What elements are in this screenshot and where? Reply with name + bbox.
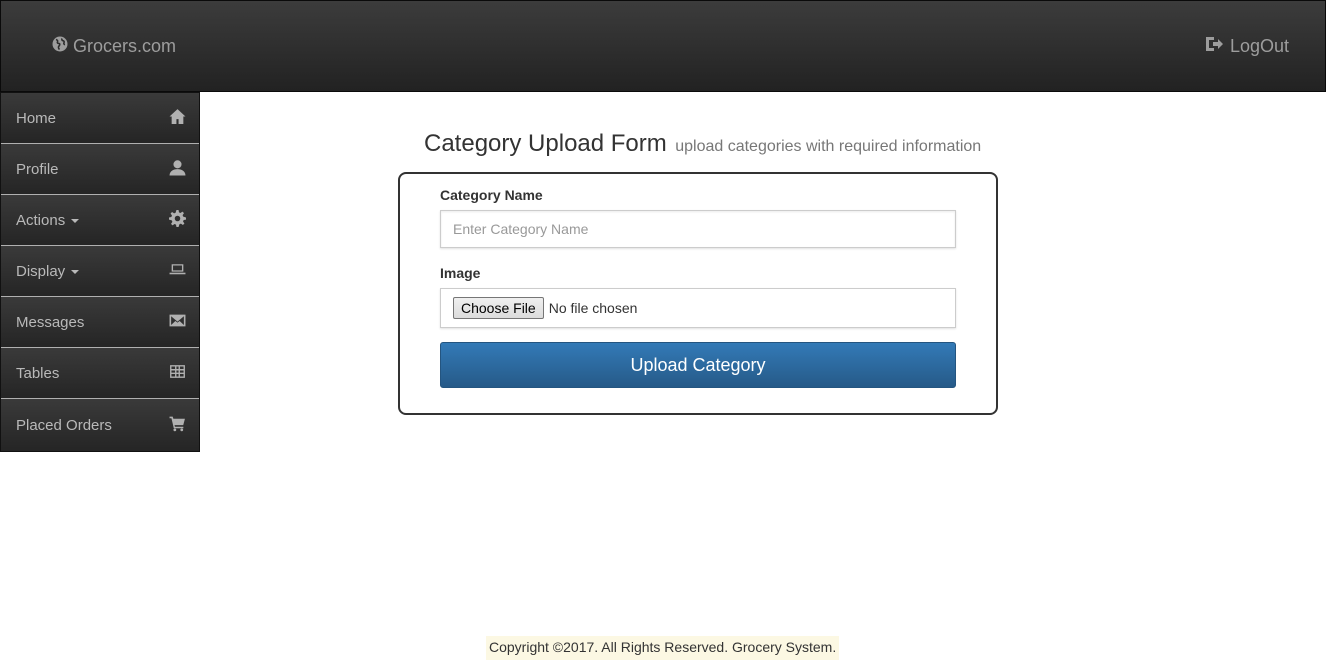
caret-down-icon bbox=[71, 218, 80, 223]
category-upload-form: Category Name Image Choose File No file … bbox=[398, 172, 998, 415]
brand-text: Grocers.com bbox=[73, 36, 177, 56]
log-out-icon bbox=[1204, 34, 1224, 59]
logout-link[interactable]: LogOut bbox=[1204, 34, 1289, 59]
envelope-icon bbox=[169, 312, 186, 333]
image-label: Image bbox=[440, 265, 481, 281]
category-name-input[interactable] bbox=[440, 210, 956, 248]
sidebar: Home Profile Actions Display Messages Ta… bbox=[0, 92, 200, 452]
form-title: Category Upload Form bbox=[424, 130, 667, 157]
user-icon bbox=[169, 159, 186, 180]
sidebar-item-actions[interactable]: Actions bbox=[1, 195, 199, 246]
sidebar-item-label: Actions bbox=[16, 211, 66, 229]
gear-icon bbox=[169, 209, 186, 231]
top-navbar: Grocers.com LogOut bbox=[0, 0, 1326, 92]
sidebar-item-placed-orders[interactable]: Placed Orders bbox=[1, 399, 199, 452]
form-subtitle: upload categories with required informat… bbox=[675, 138, 982, 155]
brand-link[interactable]: Grocers.com bbox=[52, 36, 176, 57]
sidebar-item-label: Messages bbox=[16, 313, 85, 331]
page-title: Category Upload Form upload categories w… bbox=[424, 130, 981, 158]
image-file-input: Choose File No file chosen bbox=[440, 288, 956, 328]
category-name-label: Category Name bbox=[440, 187, 543, 203]
upload-category-button[interactable]: Upload Category bbox=[440, 342, 956, 388]
sidebar-item-messages[interactable]: Messages bbox=[1, 297, 199, 348]
home-icon bbox=[169, 108, 186, 129]
table-icon bbox=[169, 363, 186, 384]
laptop-icon bbox=[169, 261, 186, 282]
sidebar-item-label: Display bbox=[16, 262, 66, 280]
sidebar-item-label: Home bbox=[16, 109, 57, 127]
sidebar-item-home[interactable]: Home bbox=[1, 93, 199, 144]
sidebar-item-label: Placed Orders bbox=[16, 416, 112, 434]
footer-copyright: Copyright ©2017. All Rights Reserved. Gr… bbox=[486, 636, 840, 660]
sidebar-item-label: Tables bbox=[16, 364, 60, 382]
sidebar-item-display[interactable]: Display bbox=[1, 246, 199, 297]
caret-down-icon bbox=[71, 269, 80, 274]
file-status-text: No file chosen bbox=[548, 300, 638, 316]
cart-icon bbox=[169, 415, 186, 436]
globe-icon bbox=[52, 36, 68, 57]
choose-file-button[interactable]: Choose File bbox=[453, 297, 544, 319]
logout-label: LogOut bbox=[1229, 36, 1289, 56]
sidebar-item-label: Profile bbox=[16, 160, 59, 178]
sidebar-item-tables[interactable]: Tables bbox=[1, 348, 199, 399]
sidebar-item-profile[interactable]: Profile bbox=[1, 144, 199, 195]
